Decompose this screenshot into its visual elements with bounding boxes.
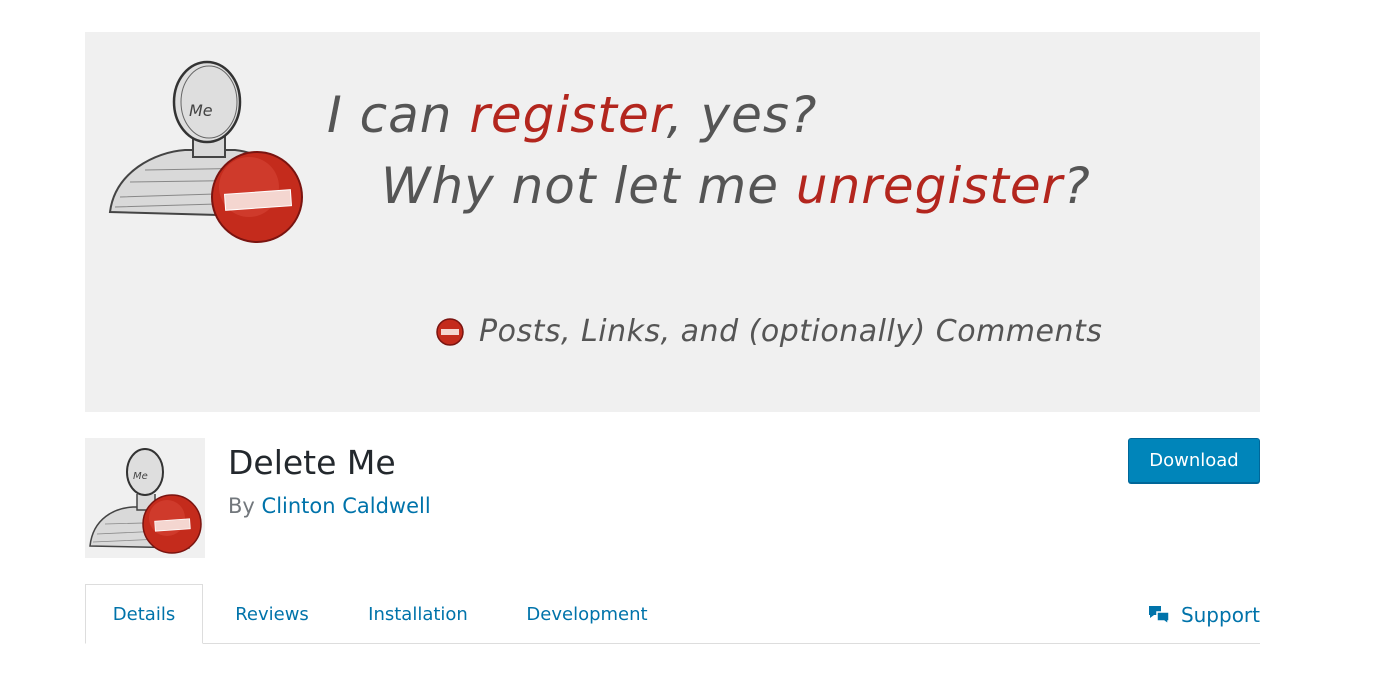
icon-me-label: Me (133, 471, 148, 482)
minus-circle-icon (436, 317, 464, 346)
support-label: Support (1180, 603, 1260, 627)
download-button[interactable]: Download (1128, 438, 1260, 483)
banner-line-1-end: , yes? (666, 86, 818, 144)
tab-installation[interactable]: Installation (357, 584, 479, 644)
plugin-icon: Me (85, 438, 205, 558)
support-link[interactable]: Support (1147, 584, 1260, 646)
plugin-author: By Clinton Caldwell (228, 494, 431, 518)
banner-bullet-text: Posts, Links, and (optionally) Comments (479, 314, 1103, 349)
delete-user-icon: Me (89, 448, 202, 554)
banner-line-2-end: ? (1063, 157, 1091, 215)
svg-text:Me: Me (189, 101, 213, 120)
author-prefix: By (228, 494, 255, 518)
tab-details[interactable]: Details (85, 584, 203, 644)
speech-bubbles-icon (1148, 606, 1170, 626)
banner-line-1-text: I can (327, 86, 470, 144)
banner-register-word: register (469, 86, 667, 144)
tab-reviews[interactable]: Reviews (225, 584, 319, 644)
banner-unregister-word: unregister (795, 157, 1064, 215)
author-link[interactable]: Clinton Caldwell (262, 494, 431, 518)
banner-feature-bullet: Posts, Links, and (optionally) Comments (435, 314, 1102, 349)
plugin-title: Delete Me (228, 443, 396, 482)
banner-headline-line-2: Why not let me unregister? (381, 157, 1091, 215)
plugin-tabs: Details Reviews Installation Development… (85, 584, 1260, 644)
banner-headline-line-1: I can register, yes? (327, 86, 817, 144)
banner-line-2-text: Why not let me (381, 157, 796, 215)
plugin-banner: Me I can register, yes? Why not let me u… (85, 32, 1260, 412)
tab-development[interactable]: Development (517, 584, 657, 644)
delete-user-illustration: Me (108, 60, 303, 243)
